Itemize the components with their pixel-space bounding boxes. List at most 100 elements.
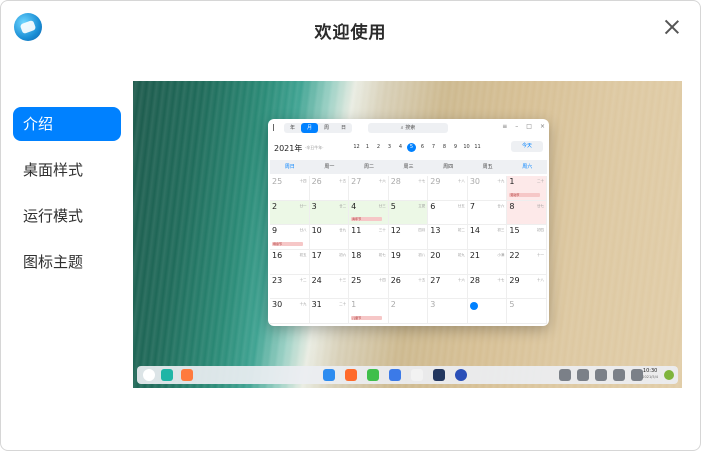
sidebar-item-desktop-style[interactable]: 桌面样式 [13,153,121,187]
calendar-day-cell: 26 十五 [388,274,429,300]
calendar-day-cell: 12 四月 [388,225,429,250]
calendar-month: 1 [365,144,370,150]
calendar-day-number: 3 [311,201,317,211]
calendar-day-number: 29 [509,275,520,285]
calendar-day-cell: 1 儿童节 [349,299,389,324]
calendar-lunar-label: 三十 [378,228,386,233]
calendar-day-cell: 30 十九 [270,299,310,324]
calendar-today-button: 今天 [511,141,543,152]
workspace-icon [181,369,193,381]
calendar-lunar-label: 四月 [418,228,426,233]
calendar-day-cell: 27 十六 [349,176,389,201]
tray-battery-icon [613,369,625,381]
calendar-month: 12 [353,144,360,150]
calendar-event: 儿童节 [351,315,382,320]
calendar-weekday-header: 周日 周一 周二 周三 周四 周五 周六 [270,160,547,174]
power-icon [664,370,674,380]
calendar-day-cell: 2 廿一 [270,200,310,226]
calendar-lunar-label: 初六 [339,252,347,257]
calendar-day-number: 31 [311,300,322,310]
calendar-day-number: 8 [509,201,515,211]
calendar-day-number: 2 [390,300,396,310]
calendar-day-number: 25 [351,275,362,285]
terminal-icon [433,369,445,381]
calendar-lunar-label: 立夏 [418,203,426,208]
multitask-icon [161,369,173,381]
view-day: 日 [340,125,346,131]
calendar-day-number: 23 [272,275,283,285]
calendar-day-number: 27 [430,275,441,285]
calendar-day-cell: 27 十六 [428,274,468,300]
sidebar-item-run-mode[interactable]: 运行模式 [13,199,121,233]
calendar-lunar-label: 廿二 [339,203,347,208]
calendar-day-number: 11 [351,226,362,236]
calendar-lunar-label: 廿八 [299,228,307,233]
calendar-lunar-label: 初九 [457,252,465,257]
calendar-event: 母亲节 [272,241,303,246]
calendar-day-cell: 29 十八 [428,176,468,201]
calendar-weekday: 周六 [522,164,533,170]
calendar-lunar-label: 初五 [299,252,307,257]
welcome-window: 欢迎使用 介绍 桌面样式 运行模式 图标主题 年 月 周 日 ⌕ 搜索 ≡ – □ ×… [0,0,701,451]
calendar-month: 8 [442,144,447,150]
calendar-day-cell: 20 初九 [428,249,468,275]
calendar-lunar-label: 廿一 [299,203,307,208]
calendar-day-cell: 31 二十 [309,299,350,324]
calendar-day-number: 16 [272,250,283,260]
view-year: 年 [289,125,295,131]
calendar-titlebar: 年 月 周 日 ⌕ 搜索 ≡ – □ × [268,119,549,137]
calendar-lunar-label: 十二 [299,277,307,282]
calendar-lunar-label: 十七 [497,277,505,282]
calendar-month: 5 [407,143,416,152]
calendar-lunar-label: 十四 [378,277,386,282]
calendar-weekday: 周四 [443,164,454,170]
close-icon[interactable] [664,19,680,35]
calendar-day-cell: 14 初三 [467,225,508,250]
calendar-month: 3 [387,144,392,150]
calendar-day-number: 13 [430,226,441,236]
sidebar-item-intro[interactable]: 介绍 [13,107,121,141]
calendar-day-number: 15 [509,226,520,236]
calendar-day-cell: 16 初五 [270,249,310,275]
calendar-day-cell: 5 [507,299,547,324]
calendar-event: 青年节 [351,217,382,222]
calendar-month: 7 [431,144,436,150]
calendar-day-number: 6 [430,201,436,211]
file-manager-icon [323,369,335,381]
calendar-menu-icon [273,124,280,131]
calendar-lunar-label: 初八 [418,252,426,257]
calendar-day-cell: 29 十八 [507,274,547,300]
dock-clock: 10:30 2021/5/4 [642,368,658,379]
calendar-day-cell: 6 廿五 [428,200,468,226]
calendar-day-number: 26 [311,177,322,186]
calendar-lunar-label: 廿九 [339,228,347,233]
calendar-day-number: 30 [469,177,481,186]
document-icon [389,369,401,381]
calendar-day-number: 28 [469,275,481,285]
sidebar-item-icon-theme[interactable]: 图标主题 [13,245,121,279]
calendar-day-cell: 28 十七 [467,274,508,300]
calendar-lunar-label: 二十 [339,302,347,307]
calendar-day-cell: 15 初四 [507,225,547,250]
calendar-day-number: 9 [272,226,278,236]
view-week: 周 [323,125,329,131]
calendar-weekday: 周日 [284,164,295,170]
calendar-day-cell: 26 十五 [309,176,350,201]
calendar-month: 6 [420,144,425,150]
calendar-day-number: 4 [351,201,357,211]
calendar-window-controls: ≡ – □ × [502,123,545,130]
calendar-month: 10 [463,144,470,150]
calendar-lunar-label: 十一 [537,252,544,257]
calendar-year: 2021年 [274,144,303,153]
calendar-day-cell: 18 初七 [349,249,389,275]
calendar-lunar-label: 十九 [299,302,307,307]
calendar-lunar-label: 廿五 [457,203,465,208]
calendar-lunar-label: 廿六 [497,203,505,208]
calendar-day-number: 28 [390,177,401,186]
calendar-lunar-label: 十六 [457,277,465,282]
calendar-lunar-label: 十八 [537,277,544,282]
calendar-day-cell: 28 十七 [388,176,429,201]
calendar-month: 4 [398,144,403,150]
calendar-lunar-label: 二十 [537,179,544,183]
calendar-window: 年 月 周 日 ⌕ 搜索 ≡ – □ × 2021年 ·辛丑牛年· 12 1 2 3 4 5 6 7… [268,119,549,326]
